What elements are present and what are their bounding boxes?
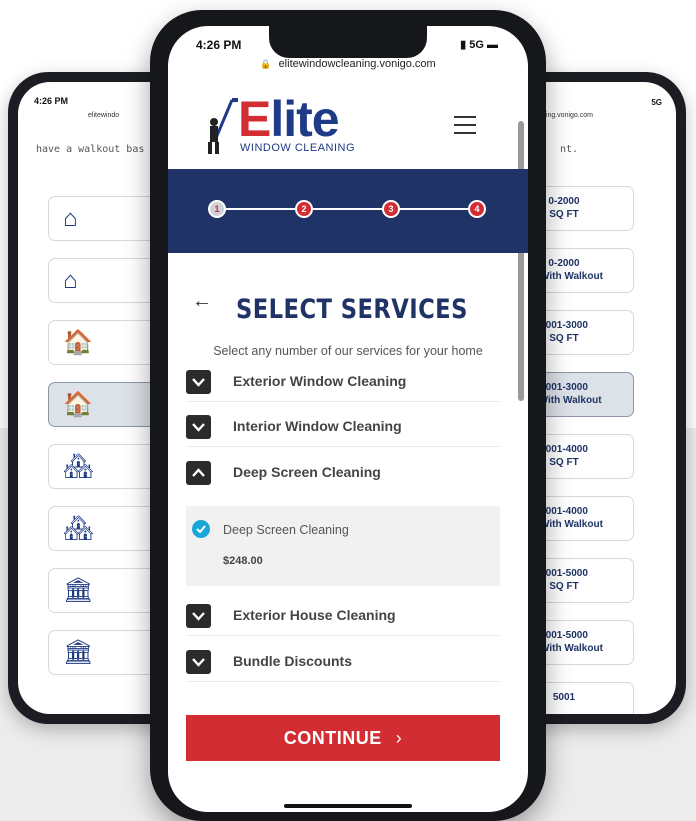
main-phone: 4:26 PM ▮ 5G ▬ 🔒 elitewindowcleaning.von… [150, 10, 546, 821]
step-3: 3 [382, 200, 400, 218]
status-time: 4:26 PM [196, 38, 242, 52]
page-subtitle: Select any number of our services for yo… [213, 344, 483, 358]
house-4-icon: 🏛 [63, 639, 94, 666]
signal-icon: ▮ [460, 39, 467, 51]
left-status-time: 4:26 PM [34, 96, 69, 106]
accordion-label: Exterior Window Cleaning [233, 373, 407, 389]
right-url: ning.vonigo.com [542, 112, 593, 119]
accordion-deep-screen-cleaning[interactable]: Deep Screen Cleaning [186, 453, 500, 493]
logo-tagline: WINDOW CLEANING [240, 142, 356, 154]
accordion-bundle-discounts[interactable]: Bundle Discounts [186, 642, 500, 682]
house-3-icon: 🏘 [63, 515, 94, 542]
left-walkout-note: have a walkout bas [36, 144, 145, 155]
deep-screen-option[interactable]: Deep Screen Cleaning $248.00 [186, 506, 500, 586]
accordion-interior-window-cleaning[interactable]: Interior Window Cleaning [186, 407, 500, 447]
page-title: SELECT SERVICES [236, 294, 468, 325]
back-arrow-icon[interactable]: ← [192, 290, 212, 313]
house-1-icon: ⌂ [63, 205, 78, 232]
continue-label: CONTINUE [283, 728, 382, 748]
battery-icon: ▬ [487, 39, 498, 51]
house-4-icon: 🏛 [63, 577, 94, 604]
menu-hamburger-icon[interactable] [454, 116, 476, 134]
house-2-icon: 🏠 [63, 391, 93, 418]
chevron-down-icon [186, 370, 211, 394]
logo-brand: Elite [238, 91, 340, 147]
accordion-label: Deep Screen Cleaning [233, 464, 381, 480]
accordion-label: Bundle Discounts [233, 653, 353, 669]
house-2-icon: 🏠 [63, 329, 93, 356]
step-2: 2 [295, 200, 313, 218]
option-price: $248.00 [223, 555, 263, 567]
accordion-label: Interior Window Cleaning [233, 418, 402, 434]
steps-connector [216, 208, 478, 210]
scrollbar[interactable] [518, 121, 524, 401]
chevron-down-icon [186, 415, 211, 439]
chevron-up-icon [186, 461, 211, 485]
accordion-exterior-window-cleaning[interactable]: Exterior Window Cleaning [186, 362, 500, 402]
accordion-exterior-house-cleaning[interactable]: Exterior House Cleaning [186, 596, 500, 636]
phone-notch [269, 26, 427, 58]
right-signal: 5G [651, 98, 662, 107]
window-cleaner-figure-icon [208, 98, 238, 154]
chevron-right-icon: › [395, 728, 403, 748]
status-network: ▮ 5G ▬ [460, 38, 498, 51]
network-label: 5G [469, 39, 484, 51]
right-note: nt. [560, 144, 579, 155]
house-3-icon: 🏘 [63, 453, 94, 480]
step-4: 4 [468, 200, 486, 218]
step-1: 1 [208, 200, 226, 218]
house-1-icon: ⌂ [63, 267, 78, 294]
accordion-label: Exterior House Cleaning [233, 607, 396, 623]
home-indicator[interactable] [284, 804, 412, 808]
option-label: Deep Screen Cleaning [223, 523, 349, 537]
main-phone-screen: 4:26 PM ▮ 5G ▬ 🔒 elitewindowcleaning.von… [168, 26, 528, 812]
chevron-down-icon [186, 604, 211, 628]
continue-button[interactable]: CONTINUE › [186, 715, 500, 761]
elite-logo[interactable]: Elite WINDOW CLEANING [202, 94, 362, 158]
browser-url-bar[interactable]: 🔒 elitewindowcleaning.vonigo.com [168, 58, 528, 70]
browser-url: elitewindowcleaning.vonigo.com [278, 58, 436, 70]
lock-icon: 🔒 [260, 59, 272, 69]
left-url: elitewindo [88, 112, 120, 119]
chevron-down-icon [186, 650, 211, 674]
checkmark-icon[interactable] [192, 520, 210, 538]
